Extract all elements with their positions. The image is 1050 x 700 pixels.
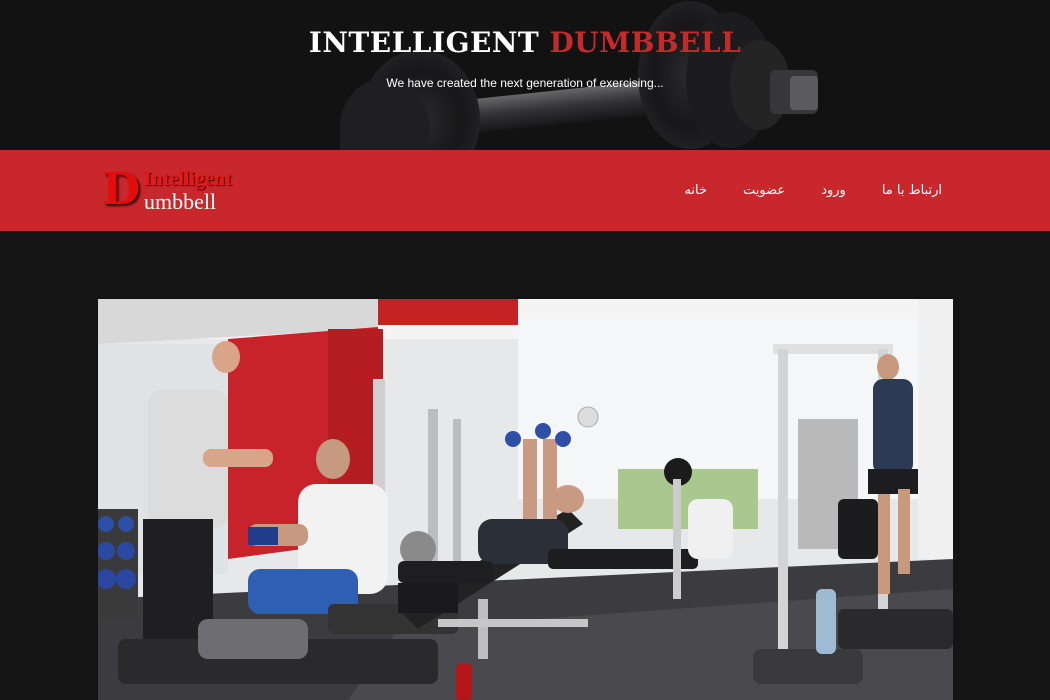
site-title: INTELLIGENT DUMBBELL [0,26,1050,59]
site-logo[interactable]: D Intelligent umbbell [100,167,240,217]
nav-item-membership[interactable]: عضویت [743,183,785,198]
dumbbell-background-image [0,0,1050,150]
logo-word-top: Intelligent [144,168,232,190]
nav-menu: ارتباط با ما ورود عضویت خانه [648,150,942,231]
nav-item-contact[interactable]: ارتباط با ما [882,183,942,198]
site-title-accent: DUMBBELL [549,26,742,59]
gym-photo-illustration [98,299,953,700]
gym-photo [98,299,953,700]
main-navbar: D Intelligent umbbell ارتباط با ما ورود … [0,150,1050,231]
header-banner: INTELLIGENT DUMBBELL We have created the… [0,0,1050,150]
site-title-main: INTELLIGENT [308,26,540,59]
logo-letter: D [102,164,141,215]
site-tagline: We have created the next generation of e… [386,76,664,90]
nav-item-home[interactable]: خانه [684,183,707,198]
nav-item-login[interactable]: ورود [821,183,846,198]
logo-word-bottom: umbbell [144,189,217,214]
